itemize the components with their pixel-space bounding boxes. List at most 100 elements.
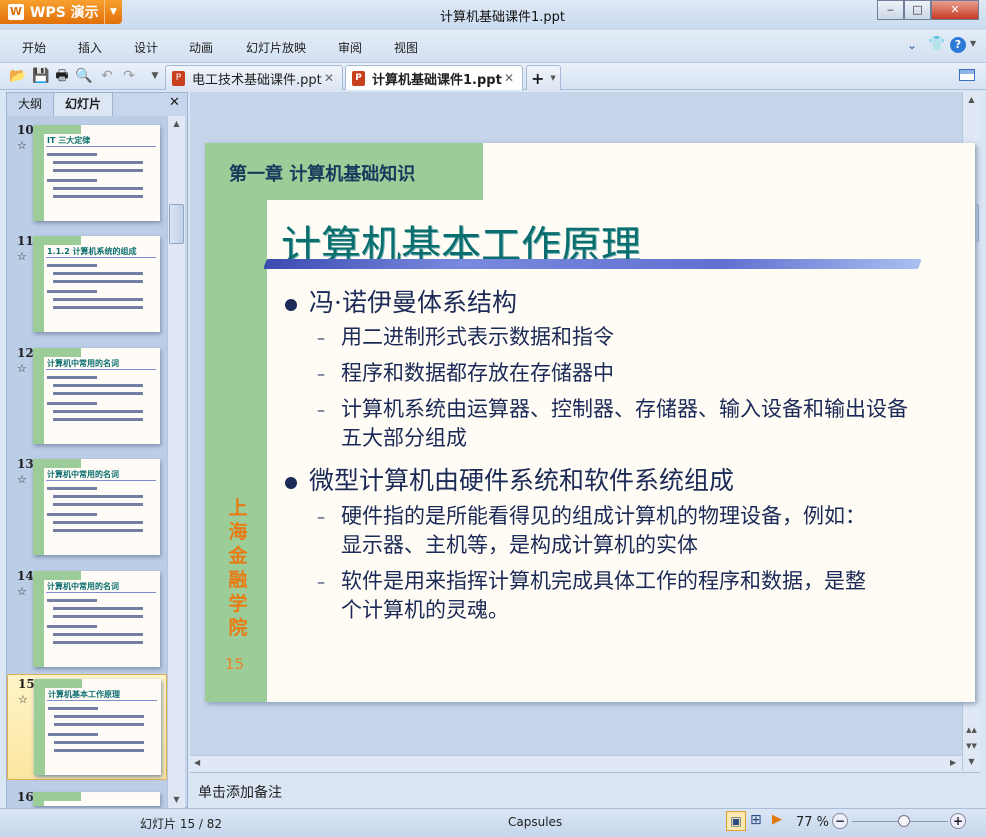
slide-thumbnail-10[interactable]: 10 ☆ IT 三大定律 [7,123,167,225]
menu-slideshow[interactable]: 幻灯片放映 [246,39,306,56]
bullet-level2[interactable]: – 计算机系统由运算器、控制器、存储器、输入设备和输出设备五大部分组成 [317,395,917,453]
menu-home[interactable]: 开始 [22,39,46,56]
bullet-level1[interactable]: 冯·诺伊曼体系结构 [285,283,517,319]
menu-bar: 开始 插入 设计 动画 幻灯片放映 审阅 视图 ⌄ 👕 ? ▼ [0,30,986,62]
close-tab-icon[interactable]: ✕ [324,71,334,85]
doc-tab-1[interactable]: P 电工技术基础课件.ppt ✕ [165,65,343,90]
thumb-text-line [47,290,97,293]
zoom-level: 77 % [796,815,830,830]
school-char: 院 [228,617,248,639]
scroll-up-icon[interactable]: ▲ [963,92,980,108]
menu-design[interactable]: 设计 [134,39,158,56]
slide-thumbnail-13[interactable]: 13 ☆ 计算机中常用的名词 [7,457,167,559]
bullet-text: 冯·诺伊曼体系结构 [309,288,517,317]
slide-thumbnail-16[interactable]: 16 [7,790,167,806]
quick-toolbar: 📂 💾 🖶 🔍 ↶ ↷ ▼ P 电工技术基础课件.ppt ✕ P 计算机基础课件… [0,62,986,90]
help-icon[interactable]: ? [950,37,966,53]
tab-slides[interactable]: 幻灯片 [53,93,113,116]
bullet-level2[interactable]: – 软件是用来指挥计算机完成具体工作的程序和数据，是整个计算机的灵魂。 [317,567,877,625]
thumb-green-bar [33,125,44,221]
zoom-in-button[interactable]: + [950,813,966,829]
thumbnail-image: 计算机基本工作原理 [34,679,161,775]
maximize-button[interactable]: □ [904,0,931,20]
slide-thumbnail-12[interactable]: 12 ☆ 计算机中常用的名词 [7,346,167,448]
bullet-level2[interactable]: – 硬件指的是所能看得见的组成计算机的物理设备，例如：显示器、主机等，是构成计算机… [317,502,877,560]
notes-pane[interactable]: 单击添加备注 [190,772,980,808]
bullet-level1[interactable]: 微型计算机由硬件系统和软件系统组成 [285,461,734,497]
redo-icon[interactable]: ↷ [120,67,138,85]
thumbnail-scrollbar[interactable]: ▲ ▼ [167,116,185,808]
new-tab-button[interactable]: + ▼ [526,65,561,90]
thumb-text-line [48,733,98,736]
thumb-text-line [53,169,143,172]
thumb-text-line [53,161,143,164]
thumb-text-line [53,641,143,644]
bullet-level2[interactable]: – 用二进制形式表示数据和指令 [317,323,877,352]
normal-view-icon[interactable]: ▣ [726,811,746,831]
print-icon[interactable]: 🖶 [53,67,71,85]
slide-canvas[interactable]: 第一章 计算机基础知识 计算机基本工作原理 上 海 金 融 学 院 15 冯·诺… [205,143,975,702]
close-button[interactable]: ✕ [931,0,979,20]
previous-slide-icon[interactable]: ▲▲ [963,722,980,738]
slide-thumbnail-15[interactable]: 15 ☆ 计算机基本工作原理 [7,674,167,780]
scroll-up-icon[interactable]: ▲ [168,116,185,132]
scroll-down-icon[interactable]: ▼ [963,754,980,770]
open-folder-icon[interactable]: 📂 [9,67,27,85]
zoom-slider[interactable] [852,815,948,827]
zoom-slider-thumb[interactable] [897,815,910,827]
animation-star-icon: ☆ [18,693,28,706]
thumb-green-bar [34,679,45,775]
school-char: 学 [228,593,248,615]
slide-thumbnail-14[interactable]: 14 ☆ 计算机中常用的名词 [7,569,167,671]
print-preview-icon[interactable]: 🔍 [75,67,93,85]
slide-sorter-icon[interactable]: ⊞ [750,812,762,828]
thumb-text-line [53,195,143,198]
collapse-ribbon-icon[interactable]: ⌄ [907,38,917,52]
bullet-text: 软件是用来指挥计算机完成具体工作的程序和数据，是整个计算机的灵魂。 [341,569,866,622]
bullet-level2[interactable]: – 程序和数据都存放在存储器中 [317,359,877,388]
chevron-down-icon: ▼ [104,0,122,24]
thumb-green-header [33,236,81,245]
animation-star-icon: ☆ [17,473,27,486]
close-tab-icon[interactable]: ✕ [504,71,514,85]
tab-outline[interactable]: 大纲 [7,93,53,116]
window-arrange-icon[interactable] [959,69,975,81]
dash-marker: – [317,364,325,383]
thumb-text-line [54,741,144,744]
thumbnail-image: IT 三大定律 [33,125,160,221]
zoom-out-button[interactable]: − [832,813,848,829]
help-dropdown-icon[interactable]: ▼ [970,39,976,48]
slides-panel: 大纲 幻灯片 ✕ 10 ☆ IT 三大定律 11 ☆ 1.1.2 计算机系统的组成 12 ☆ 计… [6,92,188,808]
menu-insert[interactable]: 插入 [78,39,102,56]
ppt-file-icon: P [172,70,185,86]
scroll-left-icon[interactable]: ◀ [194,758,200,767]
undo-icon[interactable]: ↶ [98,67,116,85]
wps-menu-button[interactable]: W WPS 演示 ▼ [0,0,122,24]
slide-thumbnail-11[interactable]: 11 ☆ 1.1.2 计算机系统的组成 [7,234,167,336]
bullet-text: 硬件指的是所能看得见的组成计算机的物理设备，例如：显示器、主机等，是构成计算机的… [341,504,866,557]
menu-view[interactable]: 视图 [394,39,418,56]
brush-stroke-divider [263,259,922,269]
scroll-right-icon[interactable]: ▶ [950,758,956,767]
school-char: 海 [228,521,248,543]
next-slide-icon[interactable]: ▼▼ [963,738,980,754]
dash-marker: – [317,507,325,526]
close-panel-icon[interactable]: ✕ [169,95,180,110]
editor-horizontal-scrollbar[interactable]: ◀ ▶ [190,755,962,771]
customize-toolbar-icon[interactable]: ▼ [146,67,164,85]
doc-tab-2[interactable]: P 计算机基础课件1.ppt ✕ [345,65,523,90]
menu-animation[interactable]: 动画 [189,39,213,56]
scrollbar-thumb[interactable] [169,204,184,244]
scroll-down-icon[interactable]: ▼ [168,792,185,808]
thumb-divider [46,592,156,593]
save-icon[interactable]: 💾 [32,67,50,85]
thumb-text-line [47,179,97,182]
skin-shirt-icon[interactable]: 👕 [928,36,945,52]
thumb-text-line [47,376,97,379]
minimize-button[interactable]: ‒ [877,0,904,20]
slideshow-icon[interactable]: ▶ [772,812,782,827]
thumb-green-bar [33,459,44,555]
menu-review[interactable]: 审阅 [338,39,362,56]
doc-tab-label: 计算机基础课件1.ppt [372,72,502,88]
thumb-divider [47,700,157,701]
